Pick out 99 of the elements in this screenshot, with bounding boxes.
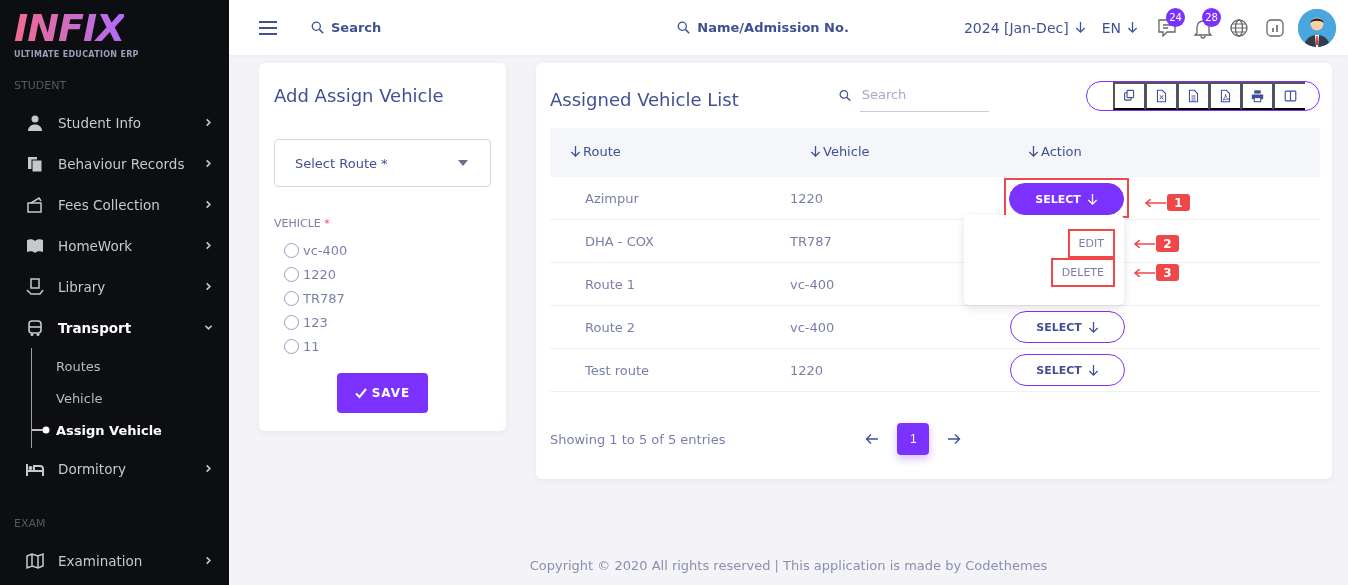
table-cell: DHA - COX [550, 219, 790, 263]
arrow-down-icon [1127, 21, 1138, 34]
session-selector[interactable]: 2024 [Jan-Dec] [963, 19, 1069, 36]
logo-tagline: ULTIMATE EDUCATION ERP [14, 50, 139, 59]
radio-label: 11 [303, 338, 320, 354]
table-cell: Azimpur [550, 177, 790, 220]
pointer-arrow [1134, 239, 1156, 248]
sort-arrow-icon [810, 145, 821, 158]
arrow-down-icon [1086, 192, 1098, 206]
message-count-badge: 24 [1166, 7, 1185, 27]
print-button[interactable] [1241, 82, 1273, 110]
select-dropdown-button[interactable]: SELECT [1009, 183, 1124, 215]
chevron-icon [204, 323, 213, 332]
save-button[interactable]: SAVE [337, 373, 428, 413]
excel-file-button[interactable] [1145, 82, 1177, 110]
form-title: Add Assign Vehicle [274, 85, 445, 106]
sort-arrow-icon [1028, 145, 1039, 158]
sidebar-item[interactable]: Transport [0, 307, 229, 348]
sidebar-item[interactable]: Library [0, 266, 229, 307]
reader-icon [26, 277, 44, 296]
book-icon [26, 236, 44, 255]
sidebar-item[interactable]: Student Info [0, 102, 229, 143]
columns-icon [1283, 89, 1297, 103]
person-icon [26, 113, 44, 132]
field-label: VEHICLE * [274, 217, 331, 230]
copy-button[interactable] [1113, 82, 1145, 110]
chevron-icon [204, 282, 213, 291]
submenu-item[interactable]: Vehicle [56, 390, 103, 406]
search-link[interactable]: Search [331, 20, 382, 35]
section-heading: STUDENT [13, 78, 68, 94]
page-button[interactable]: 1 [897, 423, 930, 455]
active-marker [32, 426, 50, 434]
select-dropdown-button[interactable]: SELECT [1010, 311, 1125, 343]
document-icon [1187, 89, 1200, 103]
copyright-text: Copyright © 2020 All rights reserved | This application is made by Codethemes [529, 558, 1048, 573]
caret-icon [458, 160, 468, 166]
chevron-icon [204, 159, 213, 168]
clipboard-icon [26, 154, 44, 173]
route-select[interactable]: Select Route * [274, 139, 491, 187]
checkmark-icon [354, 387, 367, 399]
wallet-icon [26, 195, 44, 214]
sidebar-item[interactable]: Examination [0, 540, 229, 581]
user-avatar[interactable] [1298, 8, 1336, 47]
table-cell: Route 2 [550, 305, 790, 349]
admission-search-link[interactable]: Name/Admission No. [697, 20, 849, 35]
search-icon [677, 21, 691, 34]
search-icon [311, 21, 324, 34]
chevron-icon [204, 118, 213, 127]
radio-label: TR787 [303, 290, 345, 306]
pointer-arrow [1145, 198, 1167, 207]
table-cell: vc-400 [790, 305, 1008, 349]
sidebar-item[interactable]: Behaviour Records [0, 143, 229, 184]
globe-icon[interactable] [1228, 16, 1250, 39]
columns-button[interactable] [1273, 82, 1305, 110]
submenu-item[interactable]: Assign Vehicle [56, 422, 162, 438]
radio-label: 123 [303, 314, 328, 330]
pointer-arrow [1134, 268, 1156, 277]
arrow-down-icon [1087, 320, 1099, 334]
sidebar-item[interactable]: HomeWork [0, 225, 229, 266]
table-cell: Route 1 [550, 262, 790, 306]
pdf-file-icon [1219, 89, 1232, 103]
pdf-file-button[interactable] [1209, 82, 1241, 110]
search-icon [838, 88, 851, 102]
list-title: Assigned Vehicle List [550, 88, 739, 110]
arrow-down-icon [1087, 363, 1099, 377]
callout-number: 2 [1156, 235, 1179, 252]
table-cell: Test route [550, 348, 790, 392]
callout-number: 3 [1156, 264, 1179, 281]
sidebar-item[interactable]: Fees Collection [0, 184, 229, 225]
table-cell: 1220 [790, 348, 1008, 392]
bus-icon [26, 318, 44, 337]
sidebar-item[interactable]: Dormitory [0, 448, 229, 489]
select-dropdown-button[interactable]: SELECT [1010, 354, 1125, 386]
language-selector[interactable]: EN [1101, 19, 1121, 36]
next-arrow-icon[interactable] [947, 433, 962, 445]
arrow-down-icon [1074, 21, 1086, 34]
chevron-icon [204, 241, 213, 250]
entries-summary: Showing 1 to 5 of 5 entries [550, 431, 726, 447]
document-button[interactable] [1177, 82, 1209, 110]
menu-icon[interactable] [259, 19, 277, 36]
notification-count-badge: 28 [1202, 7, 1221, 27]
column-header[interactable]: Route [570, 144, 621, 159]
chart-icon[interactable] [1264, 16, 1286, 39]
print-icon [1251, 89, 1264, 103]
chevron-icon [204, 464, 213, 473]
section-heading: EXAM [13, 516, 47, 532]
column-header[interactable]: Action [1028, 144, 1082, 159]
sort-arrow-icon [570, 145, 581, 158]
callout-number: 1 [1167, 194, 1190, 211]
column-header[interactable]: Vehicle [810, 144, 870, 159]
excel-file-icon [1155, 89, 1168, 103]
chevron-icon [204, 200, 213, 209]
copy-icon [1123, 89, 1136, 103]
submenu-item[interactable]: Routes [56, 358, 101, 374]
map-icon [26, 551, 44, 570]
chevron-icon [204, 556, 213, 565]
previous-arrow-icon[interactable] [865, 433, 880, 445]
radio-label: 1220 [303, 266, 337, 282]
radio-label: vc-400 [303, 242, 348, 258]
